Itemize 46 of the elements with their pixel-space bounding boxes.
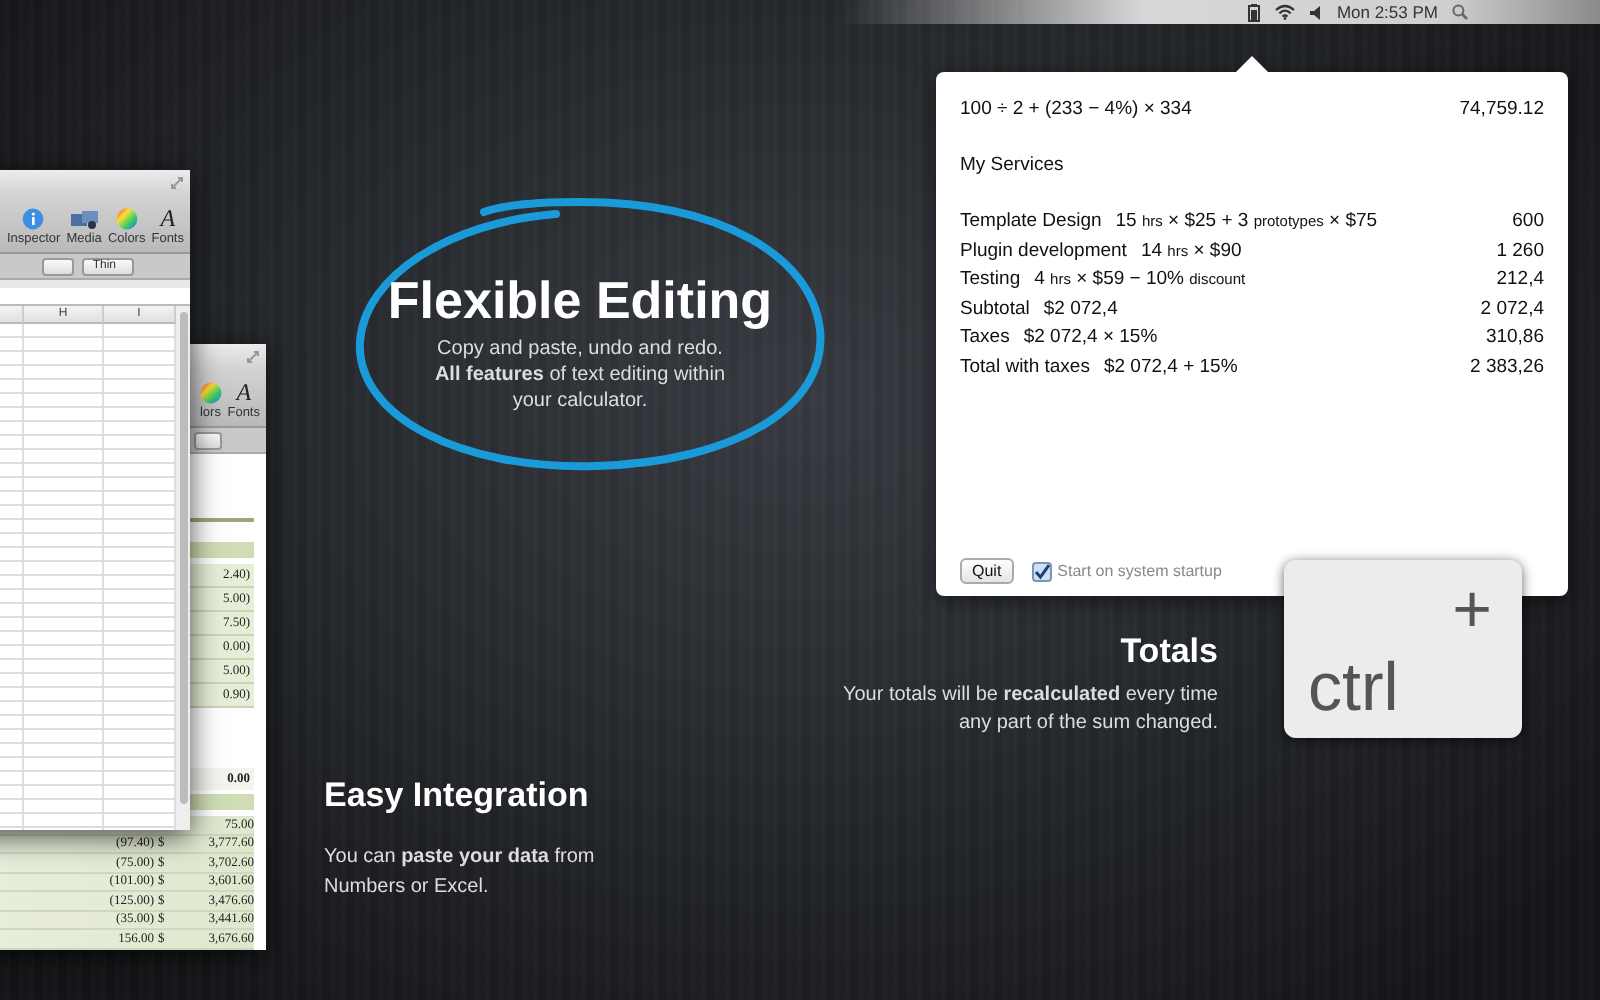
feature-description: You can paste your data from Numbers or Excel. — [324, 844, 595, 902]
media-icon — [69, 210, 100, 230]
resize-icon[interactable] — [170, 175, 184, 189]
line-label: Taxes — [960, 324, 1010, 352]
calc-result: 1 260 — [1496, 237, 1544, 265]
calc-result: 310,86 — [1485, 324, 1544, 352]
key-symbol: + — [1452, 576, 1492, 644]
font-letter-icon: A — [160, 208, 176, 230]
feature-description: Your totals will be recalculated every time any part of the sum changed. — [842, 682, 1218, 738]
key-label: ctrl — [1308, 650, 1399, 726]
calc-result: 212,4 — [1496, 266, 1544, 294]
section-heading: My Services — [960, 151, 1064, 179]
calc-result: 74,759.12 — [1459, 96, 1544, 124]
feature-description: Copy and paste, undo and redo. All features of text editing within your calculator. — [434, 336, 726, 414]
calc-result: 2 383,26 — [1470, 353, 1544, 381]
calc-expression: $2 072,4 × 15% — [1023, 324, 1158, 352]
line-label: Plugin development — [960, 237, 1127, 265]
wifi-icon[interactable] — [1274, 4, 1297, 20]
checkbox-label[interactable]: Start on system startup — [1057, 562, 1222, 580]
stepper-control[interactable] — [194, 431, 222, 449]
resize-icon[interactable] — [246, 349, 260, 363]
line-label: Total with taxes — [960, 353, 1090, 381]
calc-result: 600 — [1512, 208, 1544, 236]
border-select[interactable] — [42, 257, 75, 275]
calc-expression: $2 072,4 + 15% — [1103, 353, 1238, 381]
scrollbar-thumb[interactable] — [179, 312, 187, 804]
feature-title: Flexible Editing — [387, 270, 773, 330]
battery-icon[interactable] — [1248, 3, 1261, 21]
feature-title: Easy Integration — [324, 776, 591, 816]
info-icon — [22, 208, 45, 230]
feature-title: Totals — [1120, 632, 1218, 672]
color-wheel-icon — [199, 382, 222, 404]
calc-expression: 100 ÷ 2 + (233 − 4%) × 334 — [960, 96, 1192, 124]
startup-checkbox[interactable] — [1031, 561, 1052, 581]
search-icon[interactable] — [1452, 4, 1468, 20]
quit-button[interactable]: Quit — [960, 558, 1014, 584]
calc-expression: $2 072,4 — [1043, 295, 1118, 323]
color-wheel-icon — [115, 208, 138, 230]
font-letter-icon: A — [236, 382, 252, 404]
line-label: Subtotal — [960, 295, 1030, 323]
volume-icon[interactable] — [1310, 5, 1323, 19]
menu-clock[interactable]: Mon 2:53 PM — [1336, 2, 1438, 22]
calc-result: 2 072,4 — [1480, 295, 1544, 323]
line-label: Template Design — [960, 208, 1102, 236]
formula-field[interactable] — [0, 288, 190, 306]
line-label: Testing — [960, 266, 1021, 294]
